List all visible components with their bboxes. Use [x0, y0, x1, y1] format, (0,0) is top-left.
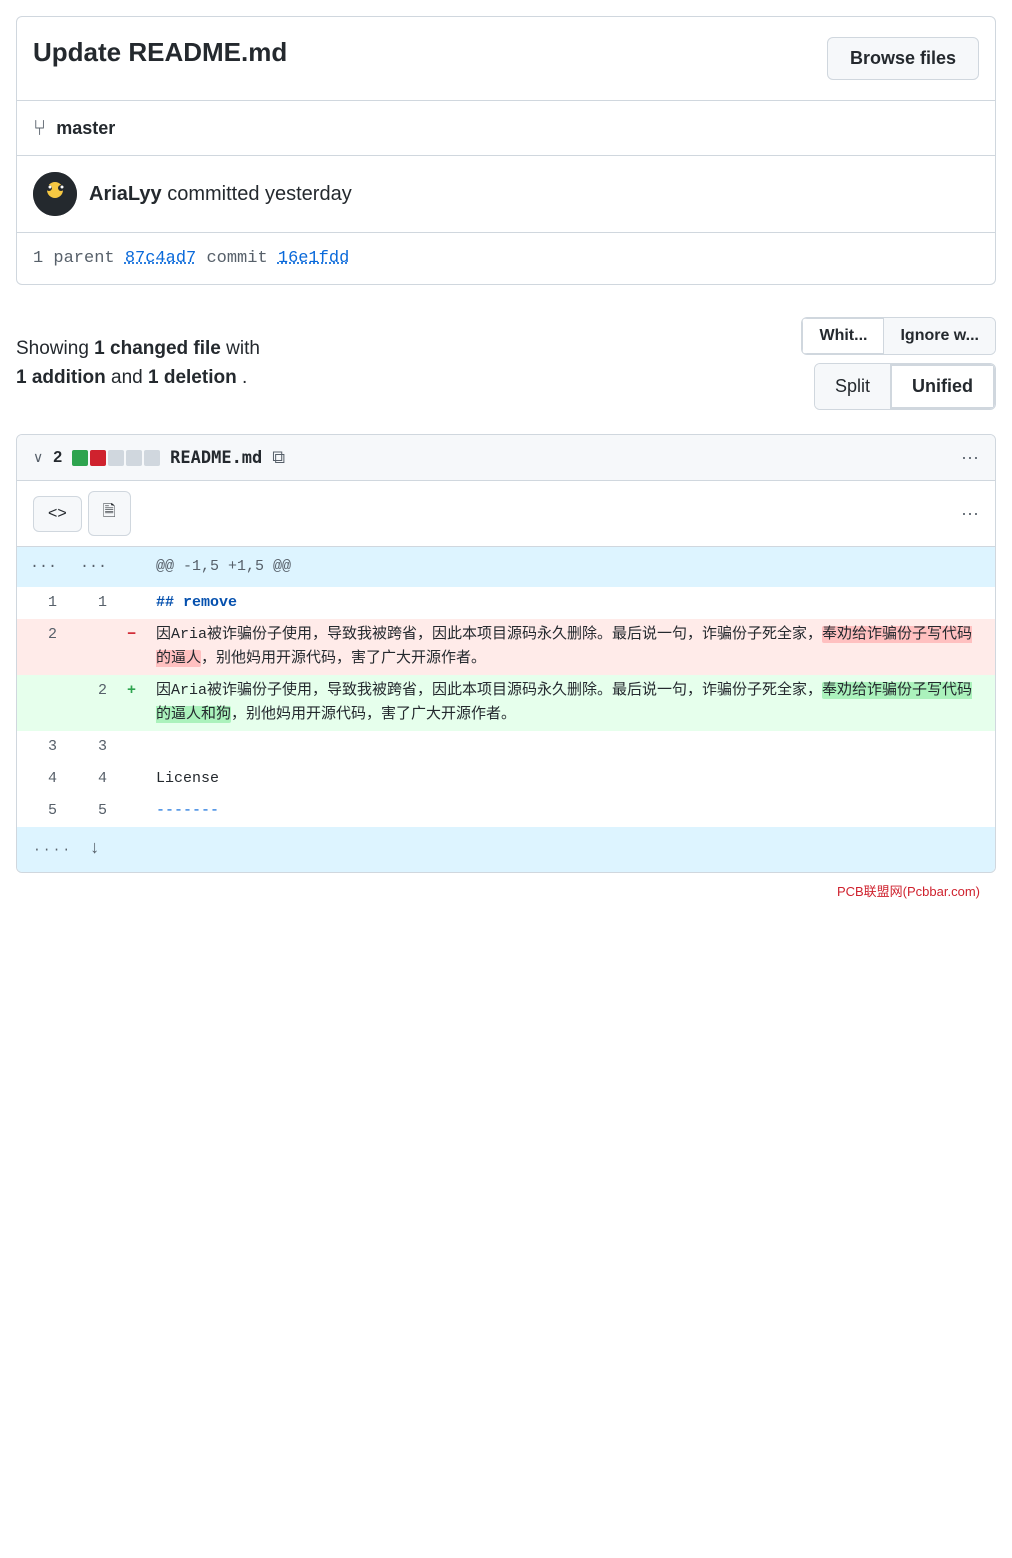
split-controls: Split Unified [814, 363, 996, 410]
author-action: committed yesterday [167, 183, 352, 205]
line-new-3: 3 [67, 731, 117, 763]
diff-more-icon[interactable]: ··· [961, 503, 979, 524]
line-old-2-add [17, 675, 67, 731]
branch-icon: ⑂ [33, 115, 46, 141]
table-row: 5 5 ------- [17, 795, 995, 827]
hunk-old-num: ··· [17, 547, 67, 587]
line-content-5: ------- [146, 795, 995, 827]
file-view-button[interactable]: 🗎 [88, 491, 131, 536]
line-content-1: ## remove [146, 587, 995, 619]
file-diff: ∨ 2 README.md ⧉ ··· <> [16, 434, 996, 873]
branch-section: ⑂ master [16, 101, 996, 156]
table-row: 3 3 [17, 731, 995, 763]
line-new-1: 1 [67, 587, 117, 619]
period: . [242, 367, 247, 388]
diff-block-red-1 [90, 450, 106, 466]
commit-hash[interactable]: 16e1fdd [278, 249, 349, 268]
line-sign-4 [117, 763, 146, 795]
footer: PCB联盟网(Pcbbar.com) [16, 873, 996, 908]
line-content-3 [146, 731, 995, 763]
line-new-4: 4 [67, 763, 117, 795]
table-row: 1 1 ## remove [17, 587, 995, 619]
file-actions: ··· [961, 447, 979, 468]
line-old-1: 1 [17, 587, 67, 619]
inline-add-span: 奉劝给诈骗份子写代码的逼人和狗 [156, 682, 972, 723]
line-sign-2-del: − [117, 619, 146, 675]
view-controls: Whit... Ignore w... Split Unified [801, 317, 996, 410]
branch-name: master [56, 118, 115, 139]
author-name: AriaLyy [89, 183, 162, 205]
ignore-whitespace-button[interactable]: Ignore w... [884, 318, 995, 354]
line-old-3: 3 [17, 731, 67, 763]
whitespace-controls: Whit... Ignore w... [801, 317, 996, 355]
diff-block-gray-2 [126, 450, 142, 466]
diff-count: 2 [53, 449, 62, 467]
diff-blocks [72, 450, 160, 466]
line-content-4: License [146, 763, 995, 795]
file-header: ∨ 2 README.md ⧉ ··· [17, 435, 995, 481]
with-label: with [226, 338, 260, 359]
avatar [33, 172, 77, 216]
file-header-left: ∨ 2 README.md ⧉ [33, 447, 951, 468]
file-name: README.md [170, 448, 262, 468]
commit-header: Update README.md Browse files [16, 16, 996, 101]
file-icon: 🗎 [103, 503, 116, 520]
line-old-2: 2 [17, 619, 67, 675]
parent-label: 1 parent [33, 249, 115, 268]
expand-row: ···· ↓ [17, 827, 995, 872]
line-sign-2-add: + [117, 675, 146, 731]
author-section: AriaLyy committed yesterday [16, 156, 996, 233]
hunk-sign [117, 547, 146, 587]
line-content-2-del: 因Aria被诈骗份子使用，导致我被跨省，因此本项目源码永久删除。最后说一句，诈骗… [146, 619, 995, 675]
unified-view-button[interactable]: Unified [890, 364, 995, 409]
line-old-4: 4 [17, 763, 67, 795]
parent-hash[interactable]: 87c4ad7 [125, 249, 196, 268]
line-sign-5 [117, 795, 146, 827]
table-row: 2 − 因Aria被诈骗份子使用，导致我被跨省，因此本项目源码永久删除。最后说一… [17, 619, 995, 675]
table-row: 4 4 License [17, 763, 995, 795]
line-new-2-del [67, 619, 117, 675]
expand-dots: ···· [33, 842, 72, 857]
deletion-count: 1 deletion [148, 367, 237, 388]
browse-files-button[interactable]: Browse files [827, 37, 979, 80]
code-view-button[interactable]: <> [33, 496, 82, 532]
line-content-2-add: 因Aria被诈骗份子使用，导致我被跨省，因此本项目源码永久删除。最后说一句，诈骗… [146, 675, 995, 731]
chevron-down-icon[interactable]: ∨ [33, 449, 43, 466]
hunk-header-row: ··· ··· @@ -1,5 +1,5 @@ [17, 547, 995, 587]
addition-count: 1 addition [16, 367, 106, 388]
files-changed-text: Showing 1 changed file with 1 addition a… [16, 335, 260, 392]
copy-icon[interactable]: ⧉ [272, 447, 285, 468]
files-changed-bar: Showing 1 changed file with 1 addition a… [16, 309, 996, 418]
hunk-content: @@ -1,5 +1,5 @@ [146, 547, 995, 587]
line-new-5: 5 [67, 795, 117, 827]
showing-label: Showing [16, 338, 89, 359]
split-view-button[interactable]: Split [815, 364, 890, 409]
diff-block-gray-3 [144, 450, 160, 466]
expand-arrow-icon[interactable]: ↓ [89, 839, 100, 859]
line-sign-1 [117, 587, 146, 619]
code-icon: <> [48, 505, 67, 522]
diff-table: ··· ··· @@ -1,5 +1,5 @@ 1 1 ## remove 2 … [17, 547, 995, 872]
inline-del-span: 奉劝给诈骗份子写代码的逼人 [156, 626, 972, 667]
commit-label: commit [206, 249, 267, 268]
line-new-2: 2 [67, 675, 117, 731]
parents-section: 1 parent 87c4ad7 commit 16e1fdd [16, 233, 996, 285]
line-sign-3 [117, 731, 146, 763]
line-old-5: 5 [17, 795, 67, 827]
more-options-icon[interactable]: ··· [961, 447, 979, 468]
whitespace-button[interactable]: Whit... [802, 318, 884, 354]
watermark-text: PCB联盟网(Pcbbar.com) [837, 884, 980, 899]
and-label: and [111, 367, 143, 388]
diff-block-gray-1 [108, 450, 124, 466]
commit-title: Update README.md [33, 37, 287, 68]
hunk-new-num: ··· [67, 547, 117, 587]
diff-block-green-1 [72, 450, 88, 466]
table-row: 2 + 因Aria被诈骗份子使用，导致我被跨省，因此本项目源码永久删除。最后说一… [17, 675, 995, 731]
code-view-buttons: <> 🗎 ··· [17, 481, 995, 547]
author-info: AriaLyy committed yesterday [89, 183, 352, 206]
changed-count: 1 changed file [94, 338, 221, 359]
